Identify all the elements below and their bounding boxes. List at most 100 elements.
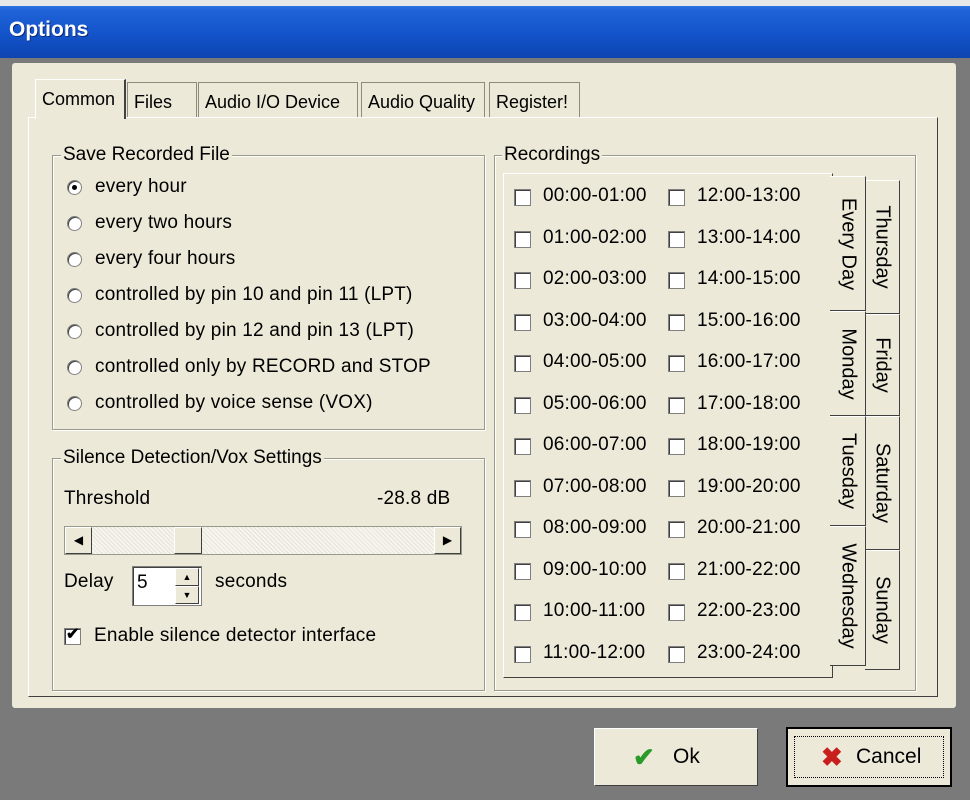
- hour-slot-checkbox[interactable]: [668, 231, 685, 248]
- hour-slot-label: 17:00-18:00: [697, 393, 801, 414]
- day-tab[interactable]: Every Day: [830, 176, 866, 311]
- hour-slot-label: 00:00-01:00: [543, 185, 647, 206]
- radio-save-option[interactable]: [67, 216, 82, 231]
- delay-spin-edit[interactable]: 5 ▲ ▼: [132, 566, 202, 606]
- radio-save-option-label: every four hours: [95, 248, 236, 269]
- radio-save-option-label: controlled only by RECORD and STOP: [95, 356, 431, 377]
- hour-slot-checkbox[interactable]: [514, 397, 531, 414]
- radio-save-option[interactable]: [67, 396, 82, 411]
- day-tab-label: Saturday: [871, 442, 894, 524]
- radio-save-option[interactable]: [67, 288, 82, 303]
- tab-common[interactable]: Common: [35, 79, 126, 119]
- save-recorded-file-legend: Save Recorded File: [61, 144, 232, 166]
- hour-slot-checkbox[interactable]: [668, 314, 685, 331]
- hour-slot-label: 03:00-04:00: [543, 310, 647, 331]
- slider-thumb[interactable]: [174, 527, 202, 554]
- hour-slot-checkbox[interactable]: [668, 272, 685, 289]
- hour-slot-checkbox[interactable]: [514, 604, 531, 621]
- threshold-value: -28.8 dB: [377, 488, 451, 509]
- radio-save-option-label: every hour: [95, 176, 187, 197]
- tab-label: Audio I/O Device: [205, 92, 341, 112]
- hour-slot-label: 19:00-20:00: [697, 476, 801, 497]
- cancel-button[interactable]: ✖ Cancel: [786, 727, 952, 787]
- hour-slot-label: 12:00-13:00: [697, 185, 801, 206]
- day-tab[interactable]: Friday: [865, 314, 900, 416]
- arrow-down-icon: ▼: [182, 590, 192, 600]
- tab-label: Common: [42, 89, 116, 109]
- enable-silence-detector-label: Enable silence detector interface: [94, 625, 377, 646]
- radio-save-option-label: controlled by voice sense (VOX): [95, 392, 373, 413]
- day-tab[interactable]: Tuesday: [830, 416, 866, 526]
- hour-slot-label: 15:00-16:00: [697, 310, 801, 331]
- tab-audio-io-device[interactable]: Audio I/O Device: [198, 82, 358, 117]
- arrow-left-icon: ◀: [73, 533, 84, 547]
- hour-slot-label: 05:00-06:00: [543, 393, 647, 414]
- tab-label: Audio Quality: [368, 92, 476, 112]
- checkmark-icon: ✔: [66, 626, 80, 643]
- delay-label: Delay: [64, 571, 114, 592]
- hour-slot-checkbox[interactable]: [514, 189, 531, 206]
- day-tab[interactable]: Sunday: [865, 550, 900, 670]
- radio-save-option[interactable]: [67, 360, 82, 375]
- hour-slot-label: 06:00-07:00: [543, 434, 647, 455]
- hour-slot-checkbox[interactable]: [514, 355, 531, 372]
- hour-slot-checkbox[interactable]: [668, 563, 685, 580]
- hour-slot-checkbox[interactable]: [514, 521, 531, 538]
- hour-slot-label: 11:00-12:00: [543, 642, 646, 663]
- hour-slot-checkbox[interactable]: [514, 314, 531, 331]
- enable-silence-detector-checkbox[interactable]: ✔: [64, 626, 81, 645]
- hour-slot-checkbox[interactable]: [514, 646, 531, 663]
- hour-slot-label: 23:00-24:00: [697, 642, 801, 663]
- hour-slot-label: 16:00-17:00: [697, 351, 801, 372]
- arrow-up-icon: ▲: [182, 572, 192, 582]
- hour-slot-checkbox[interactable]: [668, 397, 685, 414]
- ok-label: Ok: [673, 745, 700, 768]
- hour-slot-checkbox[interactable]: [514, 438, 531, 455]
- hour-slot-label: 01:00-02:00: [543, 227, 647, 248]
- threshold-slider[interactable]: ◀ ▶: [64, 526, 462, 555]
- hour-slot-checkbox[interactable]: [668, 521, 685, 538]
- hour-slot-label: 09:00-10:00: [543, 559, 647, 580]
- recordings-legend: Recordings: [502, 144, 603, 166]
- scroll-left-button[interactable]: ◀: [65, 527, 92, 554]
- title-bar: Options: [0, 0, 970, 58]
- radio-save-option[interactable]: [67, 180, 82, 195]
- spin-up-button[interactable]: ▲: [175, 568, 199, 586]
- radio-save-option[interactable]: [67, 324, 82, 339]
- tab-audio-quality[interactable]: Audio Quality: [361, 82, 485, 117]
- hour-slot-label: 04:00-05:00: [543, 351, 647, 372]
- hour-slot-checkbox[interactable]: [668, 438, 685, 455]
- day-tab-label: Monday: [837, 327, 859, 400]
- day-tab[interactable]: Wednesday: [830, 526, 866, 666]
- day-tab-label: Wednesday: [837, 543, 859, 649]
- hour-slot-checkbox[interactable]: [514, 272, 531, 289]
- hour-slot-checkbox[interactable]: [668, 189, 685, 206]
- day-tab[interactable]: Thursday: [865, 180, 900, 314]
- hour-slot-checkbox[interactable]: [668, 355, 685, 372]
- hour-slot-checkbox[interactable]: [668, 480, 685, 497]
- hour-slot-label: 13:00-14:00: [697, 227, 801, 248]
- day-tab-label: Sunday: [871, 576, 894, 644]
- checkmark-icon: ✔: [633, 742, 655, 772]
- radio-save-option-label: controlled by pin 10 and pin 11 (LPT): [95, 284, 413, 305]
- ok-button[interactable]: ✔ Ok: [594, 728, 758, 786]
- day-tab[interactable]: Saturday: [865, 416, 900, 550]
- spin-down-button[interactable]: ▼: [175, 586, 199, 604]
- tab-register[interactable]: Register!: [489, 82, 580, 117]
- hour-slot-label: 02:00-03:00: [543, 268, 647, 289]
- title-bar-edge: [0, 0, 970, 6]
- hour-slot-checkbox[interactable]: [668, 604, 685, 621]
- hour-slot-checkbox[interactable]: [514, 563, 531, 580]
- hour-slot-checkbox[interactable]: [514, 231, 531, 248]
- hour-slot-checkbox[interactable]: [668, 646, 685, 663]
- tab-files[interactable]: Files: [127, 82, 197, 117]
- threshold-label: Threshold: [64, 488, 151, 509]
- arrow-right-icon: ▶: [442, 533, 453, 547]
- day-tab[interactable]: Monday: [830, 311, 866, 416]
- scroll-right-button[interactable]: ▶: [434, 527, 461, 554]
- hour-slot-checkbox[interactable]: [514, 480, 531, 497]
- radio-save-option[interactable]: [67, 252, 82, 267]
- hour-slot-label: 18:00-19:00: [697, 434, 801, 455]
- tab-label: Register!: [496, 92, 569, 112]
- hour-slot-label: 22:00-23:00: [697, 600, 801, 621]
